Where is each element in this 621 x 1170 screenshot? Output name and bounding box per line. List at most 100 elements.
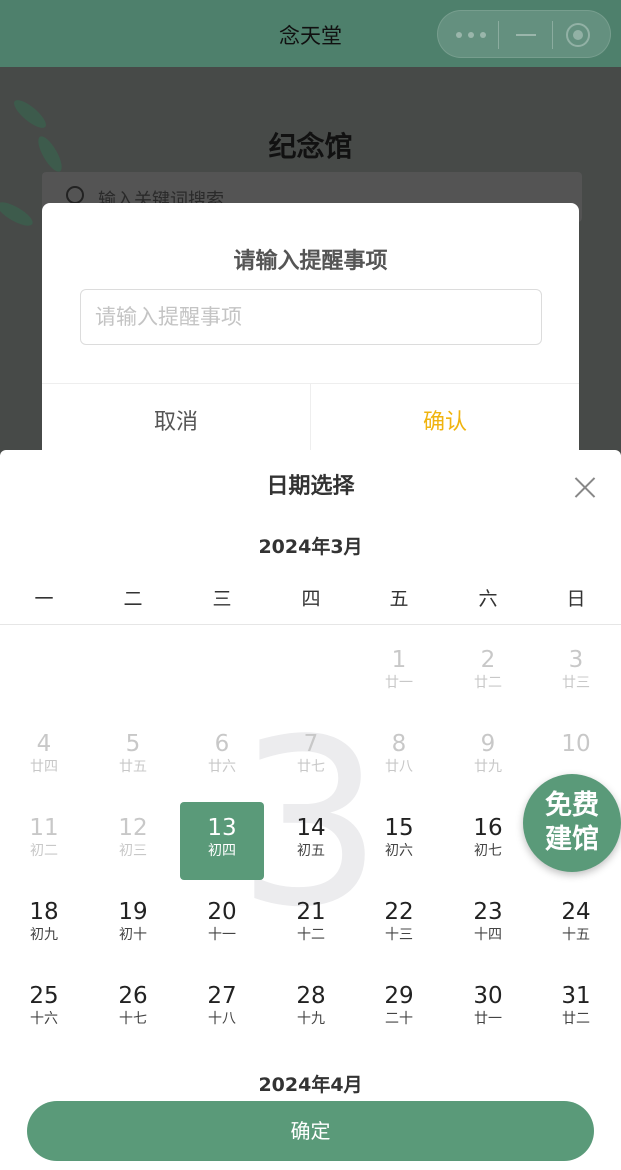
close-icon[interactable] — [572, 474, 598, 500]
close-target-icon[interactable] — [566, 23, 590, 47]
lunar-date: 十四 — [474, 927, 502, 943]
month-title: 2024年3月 — [258, 536, 363, 558]
day-cell[interactable]: 11 初二 — [2, 802, 86, 880]
day-number: 12 — [118, 815, 148, 841]
day-number: 9 — [480, 731, 496, 757]
minimize-icon[interactable] — [516, 34, 536, 36]
day-number: 29 — [384, 983, 414, 1009]
lunar-date: 十八 — [208, 1011, 236, 1027]
lunar-date: 初三 — [119, 843, 147, 859]
more-dots-icon[interactable] — [456, 31, 486, 39]
weekday-label: 一 — [34, 588, 54, 610]
day-cell[interactable]: 15 初六 — [357, 802, 441, 880]
day-number: 16 — [473, 815, 503, 841]
lunar-date: 廿七 — [297, 759, 325, 775]
lunar-date: 初五 — [297, 843, 325, 859]
day-number: 15 — [384, 815, 414, 841]
day-cell[interactable]: 2 廿二 — [446, 634, 530, 712]
day-cell[interactable]: 31 廿二 — [534, 970, 618, 1048]
lunar-date: 廿四 — [30, 759, 58, 775]
day-number: 20 — [207, 899, 237, 925]
day-number: 27 — [207, 983, 237, 1009]
lunar-date: 廿一 — [474, 1011, 502, 1027]
fab-label-line1: 免费 — [545, 790, 599, 821]
day-cell[interactable]: 24 十五 — [534, 886, 618, 964]
lunar-date: 初九 — [30, 927, 58, 943]
lunar-date: 十三 — [385, 927, 413, 943]
lunar-date: 廿六 — [208, 759, 236, 775]
day-cell-selected[interactable]: 13 初四 — [180, 802, 264, 880]
lunar-date: 十五 — [562, 927, 590, 943]
day-cell[interactable]: 19 初十 — [91, 886, 175, 964]
day-cell[interactable]: 8 廿八 — [357, 718, 441, 796]
reminder-dialog: 请输入提醒事项 取消 确认 — [42, 203, 579, 465]
weekday-label: 四 — [301, 588, 321, 610]
capsule-menu — [437, 10, 611, 58]
day-number: 10 — [561, 731, 591, 757]
search-icon — [66, 186, 84, 204]
day-number: 11 — [29, 815, 59, 841]
day-cell[interactable]: 21 十二 — [269, 886, 353, 964]
day-cell[interactable]: 26 十七 — [91, 970, 175, 1048]
lunar-date: 十二 — [297, 927, 325, 943]
weekday-label: 二 — [123, 588, 143, 610]
weekday-label: 五 — [389, 588, 409, 610]
day-cell[interactable]: 9 廿九 — [446, 718, 530, 796]
lunar-date: 二十 — [385, 1011, 413, 1027]
day-cell[interactable]: 6 廿六 — [180, 718, 264, 796]
day-cell[interactable]: 4 廿四 — [2, 718, 86, 796]
day-cell[interactable]: 27 十八 — [180, 970, 264, 1048]
day-number: 8 — [391, 731, 407, 757]
day-cell[interactable]: 18 初九 — [2, 886, 86, 964]
day-cell[interactable]: 29 二十 — [357, 970, 441, 1048]
lunar-date: 初六 — [385, 843, 413, 859]
day-cell[interactable]: 30 廿一 — [446, 970, 530, 1048]
day-cell[interactable]: 14 初五 — [269, 802, 353, 880]
day-cell[interactable]: 3 廿三 — [534, 634, 618, 712]
day-cell[interactable]: 20 十一 — [180, 886, 264, 964]
lunar-date: 廿八 — [385, 759, 413, 775]
lunar-date: 初七 — [474, 843, 502, 859]
day-cell[interactable]: 25 十六 — [2, 970, 86, 1048]
lunar-date: 十七 — [119, 1011, 147, 1027]
day-cell[interactable]: 1 廿一 — [357, 634, 441, 712]
day-number: 23 — [473, 899, 503, 925]
capsule-divider — [552, 21, 553, 49]
day-number: 18 — [29, 899, 59, 925]
free-create-button[interactable]: 免费 建馆 — [523, 774, 621, 872]
lunar-date: 廿九 — [474, 759, 502, 775]
day-number: 4 — [36, 731, 52, 757]
page-title: 纪念馆 — [268, 130, 353, 163]
day-number: 3 — [568, 647, 584, 673]
lunar-date: 十九 — [297, 1011, 325, 1027]
leaf-decoration — [0, 197, 36, 231]
weekday-label: 日 — [566, 588, 586, 610]
reminder-input[interactable] — [80, 289, 542, 345]
day-number: 2 — [480, 647, 496, 673]
day-number: 25 — [29, 983, 59, 1009]
day-cell[interactable]: 23 十四 — [446, 886, 530, 964]
weekday-label: 六 — [478, 588, 498, 610]
day-number: 28 — [296, 983, 326, 1009]
sheet-title: 日期选择 — [266, 474, 355, 499]
ok-button[interactable]: 确定 — [27, 1101, 594, 1161]
day-number: 22 — [384, 899, 414, 925]
day-cell[interactable]: 22 十三 — [357, 886, 441, 964]
day-number: 21 — [296, 899, 326, 925]
day-number: 14 — [296, 815, 326, 841]
day-cell[interactable]: 16 初七 — [446, 802, 530, 880]
day-cell[interactable]: 28 十九 — [269, 970, 353, 1048]
title-bar: 念天堂 — [0, 0, 621, 67]
lunar-date: 初十 — [119, 927, 147, 943]
day-number: 30 — [473, 983, 503, 1009]
lunar-date: 初二 — [30, 843, 58, 859]
day-cell[interactable]: 7 廿七 — [269, 718, 353, 796]
next-month-title: 2024年4月 — [258, 1074, 363, 1096]
capsule-divider — [498, 21, 499, 49]
lunar-date: 初四 — [208, 843, 236, 859]
day-cell[interactable]: 5 廿五 — [91, 718, 175, 796]
lunar-date: 廿五 — [119, 759, 147, 775]
divider — [0, 624, 621, 625]
lunar-date: 十一 — [208, 927, 236, 943]
day-cell[interactable]: 12 初三 — [91, 802, 175, 880]
